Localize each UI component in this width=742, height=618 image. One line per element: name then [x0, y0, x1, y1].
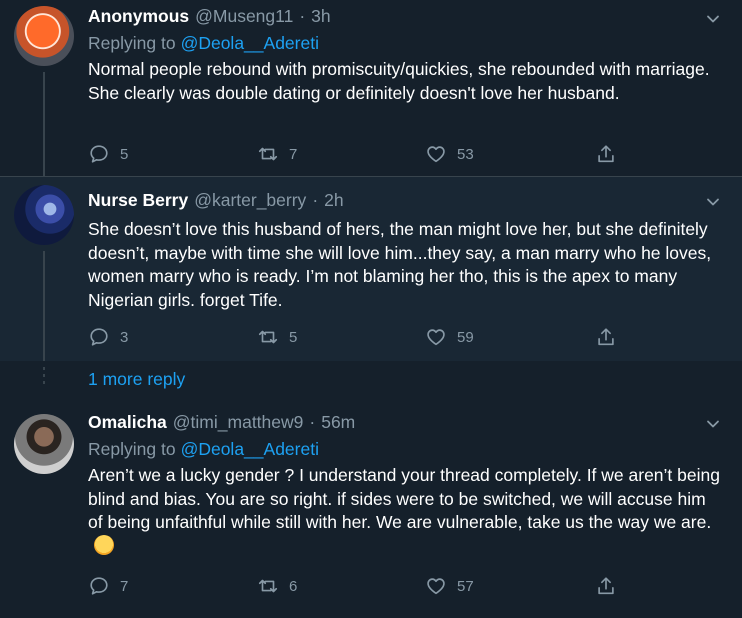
chevron-down-icon[interactable]	[706, 12, 720, 26]
reply-count: 5	[120, 145, 129, 163]
mention-link[interactable]: @Deola__Adereti	[181, 33, 319, 53]
relieved-face-emoji	[94, 534, 114, 555]
retweet-icon	[258, 579, 278, 593]
retweet-icon	[258, 330, 278, 344]
tweet-header: Omalicha @timi_matthew9 · 56m	[88, 412, 355, 436]
like-button[interactable]: 59	[425, 323, 474, 351]
user-handle[interactable]: @Museng11	[195, 6, 293, 27]
avatar[interactable]	[14, 6, 74, 66]
thread-dots	[43, 367, 45, 388]
retweet-button[interactable]: 7	[257, 140, 297, 168]
retweet-button[interactable]: 6	[257, 572, 297, 600]
more-replies-link[interactable]: 1 more reply	[88, 369, 185, 390]
share-button[interactable]	[595, 572, 627, 600]
like-icon	[427, 329, 445, 346]
tweet-text-block: Aren’t we a lucky gender ? I understand …	[88, 464, 724, 558]
reply-count: 7	[120, 577, 129, 595]
tweet-omalicha[interactable]: Omalicha @timi_matthew9 · 56m Replying t…	[0, 396, 742, 618]
tweet-nurse-berry[interactable]: Nurse Berry @karter_berry · 2h She doesn…	[0, 177, 742, 361]
separator-dot: ·	[299, 6, 306, 26]
tweet-header: Anonymous @Museng11 · 3h	[88, 6, 331, 30]
display-name[interactable]: Anonymous	[88, 6, 189, 27]
thread-line	[43, 251, 45, 361]
reply-button[interactable]: 3	[88, 323, 128, 351]
tweet-actions: 5 7 53	[88, 140, 628, 168]
share-icon	[598, 145, 614, 163]
retweet-count: 7	[289, 145, 298, 163]
tweet-header: Nurse Berry @karter_berry · 2h	[88, 190, 344, 214]
avatar[interactable]	[14, 414, 74, 474]
timestamp[interactable]: 3h	[311, 6, 330, 27]
replying-to-label: Replying to	[88, 439, 176, 459]
share-button[interactable]	[595, 323, 627, 351]
retweet-count: 6	[289, 577, 298, 595]
share-icon	[598, 577, 614, 595]
show-more-replies[interactable]: 1 more reply	[0, 361, 742, 396]
mention-link[interactable]: @Deola__Adereti	[181, 439, 319, 459]
share-icon	[598, 328, 614, 346]
separator-dot: ·	[309, 412, 316, 432]
retweet-button[interactable]: 5	[257, 323, 297, 351]
reply-icon	[90, 145, 108, 163]
avatar[interactable]	[14, 185, 74, 245]
reply-icon	[90, 328, 108, 346]
reply-count: 3	[120, 328, 129, 346]
reply-feed: Anonymous @Museng11 · 3h Replying to @Deo…	[0, 0, 742, 618]
tweet-actions: 3 5 59	[88, 323, 628, 351]
like-icon	[427, 146, 445, 163]
like-count: 53	[457, 145, 474, 163]
like-count: 57	[457, 577, 474, 595]
tweet-text: She doesn’t love this husband of hers, t…	[88, 219, 712, 310]
reply-button[interactable]: 7	[88, 572, 128, 600]
display-name[interactable]: Omalicha	[88, 412, 167, 433]
timestamp[interactable]: 2h	[324, 190, 343, 211]
display-name[interactable]: Nurse Berry	[88, 190, 188, 211]
chevron-down-icon[interactable]	[706, 195, 720, 209]
tweet-anonymous[interactable]: Anonymous @Museng11 · 3h Replying to @Deo…	[0, 0, 742, 176]
like-count: 59	[457, 328, 474, 346]
replying-to-label: Replying to	[88, 33, 176, 53]
timestamp[interactable]: 56m	[321, 412, 355, 433]
user-handle[interactable]: @karter_berry	[194, 190, 306, 211]
tweet-text: Aren’t we a lucky gender ? I understand …	[88, 465, 720, 532]
reply-button[interactable]: 5	[88, 140, 128, 168]
chevron-down-icon[interactable]	[706, 417, 720, 431]
retweet-icon	[258, 147, 278, 161]
retweet-count: 5	[289, 328, 298, 346]
thread-line	[43, 72, 45, 176]
replying-to: Replying to @Deola__Adereti	[88, 439, 319, 460]
like-button[interactable]: 53	[425, 140, 474, 168]
like-button[interactable]: 57	[425, 572, 474, 600]
user-handle[interactable]: @timi_matthew9	[173, 412, 304, 433]
like-icon	[427, 578, 445, 595]
share-button[interactable]	[595, 140, 627, 168]
separator-dot: ·	[312, 190, 319, 210]
reply-icon	[90, 577, 108, 595]
tweet-actions: 7 6 57	[88, 572, 628, 600]
replying-to: Replying to @Deola__Adereti	[88, 33, 319, 54]
tweet-text: Normal people rebound with promiscuity/q…	[88, 59, 710, 103]
